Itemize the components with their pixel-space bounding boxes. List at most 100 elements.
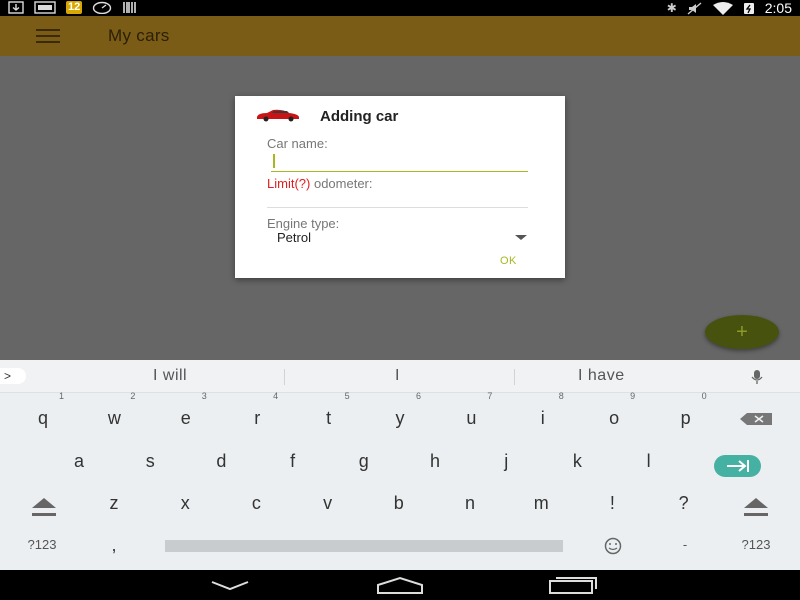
key-t[interactable]: t5 <box>304 391 354 438</box>
limit-help-link[interactable]: Limit(?) <box>267 176 310 191</box>
suggestion-divider <box>514 369 515 385</box>
key-number-hint: 3 <box>201 391 207 401</box>
key-j[interactable]: j <box>481 441 531 481</box>
adding-car-dialog: Adding car Car name: Limit(?) odometer: … <box>235 96 565 278</box>
wifi-icon <box>712 1 733 15</box>
key-label: w <box>107 408 121 428</box>
key-label: r <box>254 408 261 428</box>
ok-button[interactable]: OK <box>500 255 517 267</box>
battery-icon <box>743 2 754 14</box>
car-name-label: Car name: <box>267 136 328 151</box>
next-field-key[interactable] <box>714 455 761 477</box>
recents-icon[interactable] <box>548 575 598 595</box>
shift-left-icon[interactable] <box>28 496 60 518</box>
odometer-input[interactable] <box>267 192 528 208</box>
key-label: o <box>609 408 620 428</box>
key-label: p <box>680 408 691 428</box>
key-h[interactable]: h <box>410 441 460 481</box>
symbols-key-left[interactable]: ?123 <box>17 525 67 565</box>
key-b[interactable]: b <box>374 483 424 523</box>
dialog-title: Adding car <box>320 108 399 125</box>
key-label: ! <box>609 493 615 513</box>
mute-icon <box>687 1 702 15</box>
bluetooth-icon: ✱ <box>666 1 677 15</box>
suggestion-divider <box>284 369 285 385</box>
car-name-input[interactable] <box>271 154 528 172</box>
key-label: m <box>533 493 549 513</box>
dropdown-arrow-icon <box>515 235 527 240</box>
dash-key[interactable]: - <box>660 525 710 565</box>
symbols-key-right[interactable]: ?123 <box>731 525 781 565</box>
key-label: f <box>290 451 296 471</box>
back-icon[interactable] <box>210 578 250 592</box>
key-y[interactable]: y6 <box>375 391 425 438</box>
key-l[interactable]: l <box>624 441 674 481</box>
key-number-hint: 6 <box>415 391 421 401</box>
key-o[interactable]: o9 <box>589 391 639 438</box>
add-car-fab[interactable]: + <box>705 315 779 349</box>
key-exclamation[interactable]: ! <box>587 483 637 523</box>
key-label: ? <box>678 493 689 513</box>
key-k[interactable]: k <box>552 441 602 481</box>
key-number-hint: 9 <box>630 391 636 401</box>
key-q[interactable]: q1 <box>18 391 68 438</box>
key-v[interactable]: v <box>303 483 353 523</box>
key-d[interactable]: d <box>196 441 246 481</box>
key-z[interactable]: z <box>89 483 139 523</box>
key-s[interactable]: s <box>125 441 175 481</box>
clock: 2:05 <box>764 0 792 16</box>
suggestion-1[interactable]: I will <box>153 367 187 385</box>
key-label: y <box>395 408 405 428</box>
backspace-icon[interactable] <box>739 412 773 426</box>
suggestion-3[interactable]: I have <box>578 367 625 385</box>
key-x[interactable]: x <box>160 483 210 523</box>
comma-key[interactable]: , <box>89 525 139 565</box>
key-g[interactable]: g <box>339 441 389 481</box>
suggestion-strip: > I will I I have <box>0 360 800 393</box>
key-label: j <box>504 451 509 471</box>
key-label: d <box>216 451 227 471</box>
plus-icon: + <box>736 320 748 343</box>
gauge-icon <box>93 1 112 14</box>
key-number-hint: 0 <box>701 391 707 401</box>
key-question[interactable]: ? <box>659 483 709 523</box>
navigation-bar <box>0 570 800 600</box>
home-icon[interactable] <box>376 576 424 594</box>
key-i[interactable]: i8 <box>518 391 568 438</box>
microphone-icon[interactable] <box>750 369 764 385</box>
shift-right-icon[interactable] <box>740 496 772 518</box>
key-number-hint: 1 <box>58 391 64 401</box>
menu-icon[interactable] <box>36 29 60 43</box>
space-bar[interactable] <box>165 540 563 552</box>
suggestion-2[interactable]: I <box>395 367 400 385</box>
key-number-hint: 2 <box>130 391 136 401</box>
key-label: q <box>37 408 48 428</box>
key-w[interactable]: w2 <box>89 391 139 438</box>
key-label: s <box>145 451 155 471</box>
key-label: g <box>358 451 369 471</box>
key-a[interactable]: a <box>54 441 104 481</box>
key-label: c <box>251 493 261 513</box>
key-number-hint: 5 <box>344 391 350 401</box>
engine-type-select[interactable]: Petrol <box>277 230 529 246</box>
key-u[interactable]: u7 <box>446 391 496 438</box>
key-r[interactable]: r4 <box>232 391 282 438</box>
key-label: l <box>646 451 651 471</box>
expand-arrow-icon[interactable]: > <box>0 368 26 384</box>
key-p[interactable]: p0 <box>661 391 711 438</box>
key-m[interactable]: m <box>516 483 566 523</box>
emoji-icon[interactable] <box>600 536 626 556</box>
key-f[interactable]: f <box>268 441 318 481</box>
key-label: t <box>326 408 332 428</box>
key-e[interactable]: e3 <box>161 391 211 438</box>
key-label: a <box>73 451 84 471</box>
key-label: v <box>323 493 333 513</box>
text-cursor <box>273 154 275 168</box>
engine-type-label: Engine type: <box>267 216 340 231</box>
odometer-label: odometer: <box>313 176 373 191</box>
tab-next-icon <box>727 460 749 472</box>
key-label: x <box>180 493 190 513</box>
key-n[interactable]: n <box>445 483 495 523</box>
key-c[interactable]: c <box>231 483 281 523</box>
key-label: n <box>464 493 475 513</box>
